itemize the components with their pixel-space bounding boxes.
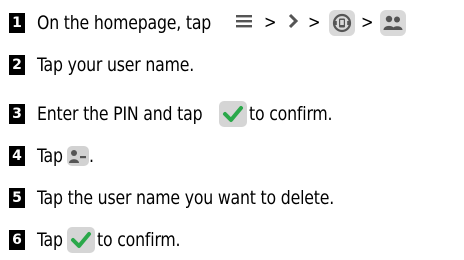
step-1: 1 On the homepage, tap > > >	[0, 8, 407, 38]
step-4: 4 Tap .	[0, 141, 94, 171]
step-number: 6	[9, 230, 25, 250]
menu-icon	[234, 13, 256, 33]
remove-user-icon	[67, 146, 90, 166]
step-text: Tap the user name you want to delete.	[37, 187, 335, 209]
step-number: 5	[9, 188, 25, 208]
step-number: 3	[9, 104, 25, 124]
step-text: Tap your user name.	[37, 54, 195, 76]
checkmark-icon	[218, 101, 247, 127]
step-5: 5 Tap the user name you want to delete.	[0, 183, 360, 213]
step-text: On the homepage, tap	[37, 12, 212, 34]
device-settings-icon	[329, 10, 355, 36]
checkmark-icon	[67, 227, 96, 253]
step-text-after: to confirm.	[248, 103, 333, 125]
step-text-after: .	[89, 145, 94, 167]
step-text: Enter the PIN and tap	[37, 103, 203, 125]
step-number: 2	[9, 55, 25, 75]
step-2: 2 Tap your user name.	[0, 50, 208, 80]
separator: >	[307, 12, 320, 33]
step-3: 3 Enter the PIN and tap to confirm.	[0, 99, 339, 129]
users-icon	[380, 10, 407, 36]
step-number: 1	[9, 13, 25, 33]
step-text: Tap	[37, 145, 63, 167]
instruction-steps: 1 On the homepage, tap > > > 2 Tap your …	[0, 0, 464, 260]
step-text-after: to confirm.	[97, 229, 181, 251]
separator: >	[264, 12, 277, 33]
separator: >	[361, 12, 374, 33]
step-text: Tap	[37, 229, 63, 251]
chevron-right-icon	[286, 13, 300, 33]
step-number: 4	[9, 146, 25, 166]
step-6: 6 Tap to confirm.	[0, 225, 188, 255]
